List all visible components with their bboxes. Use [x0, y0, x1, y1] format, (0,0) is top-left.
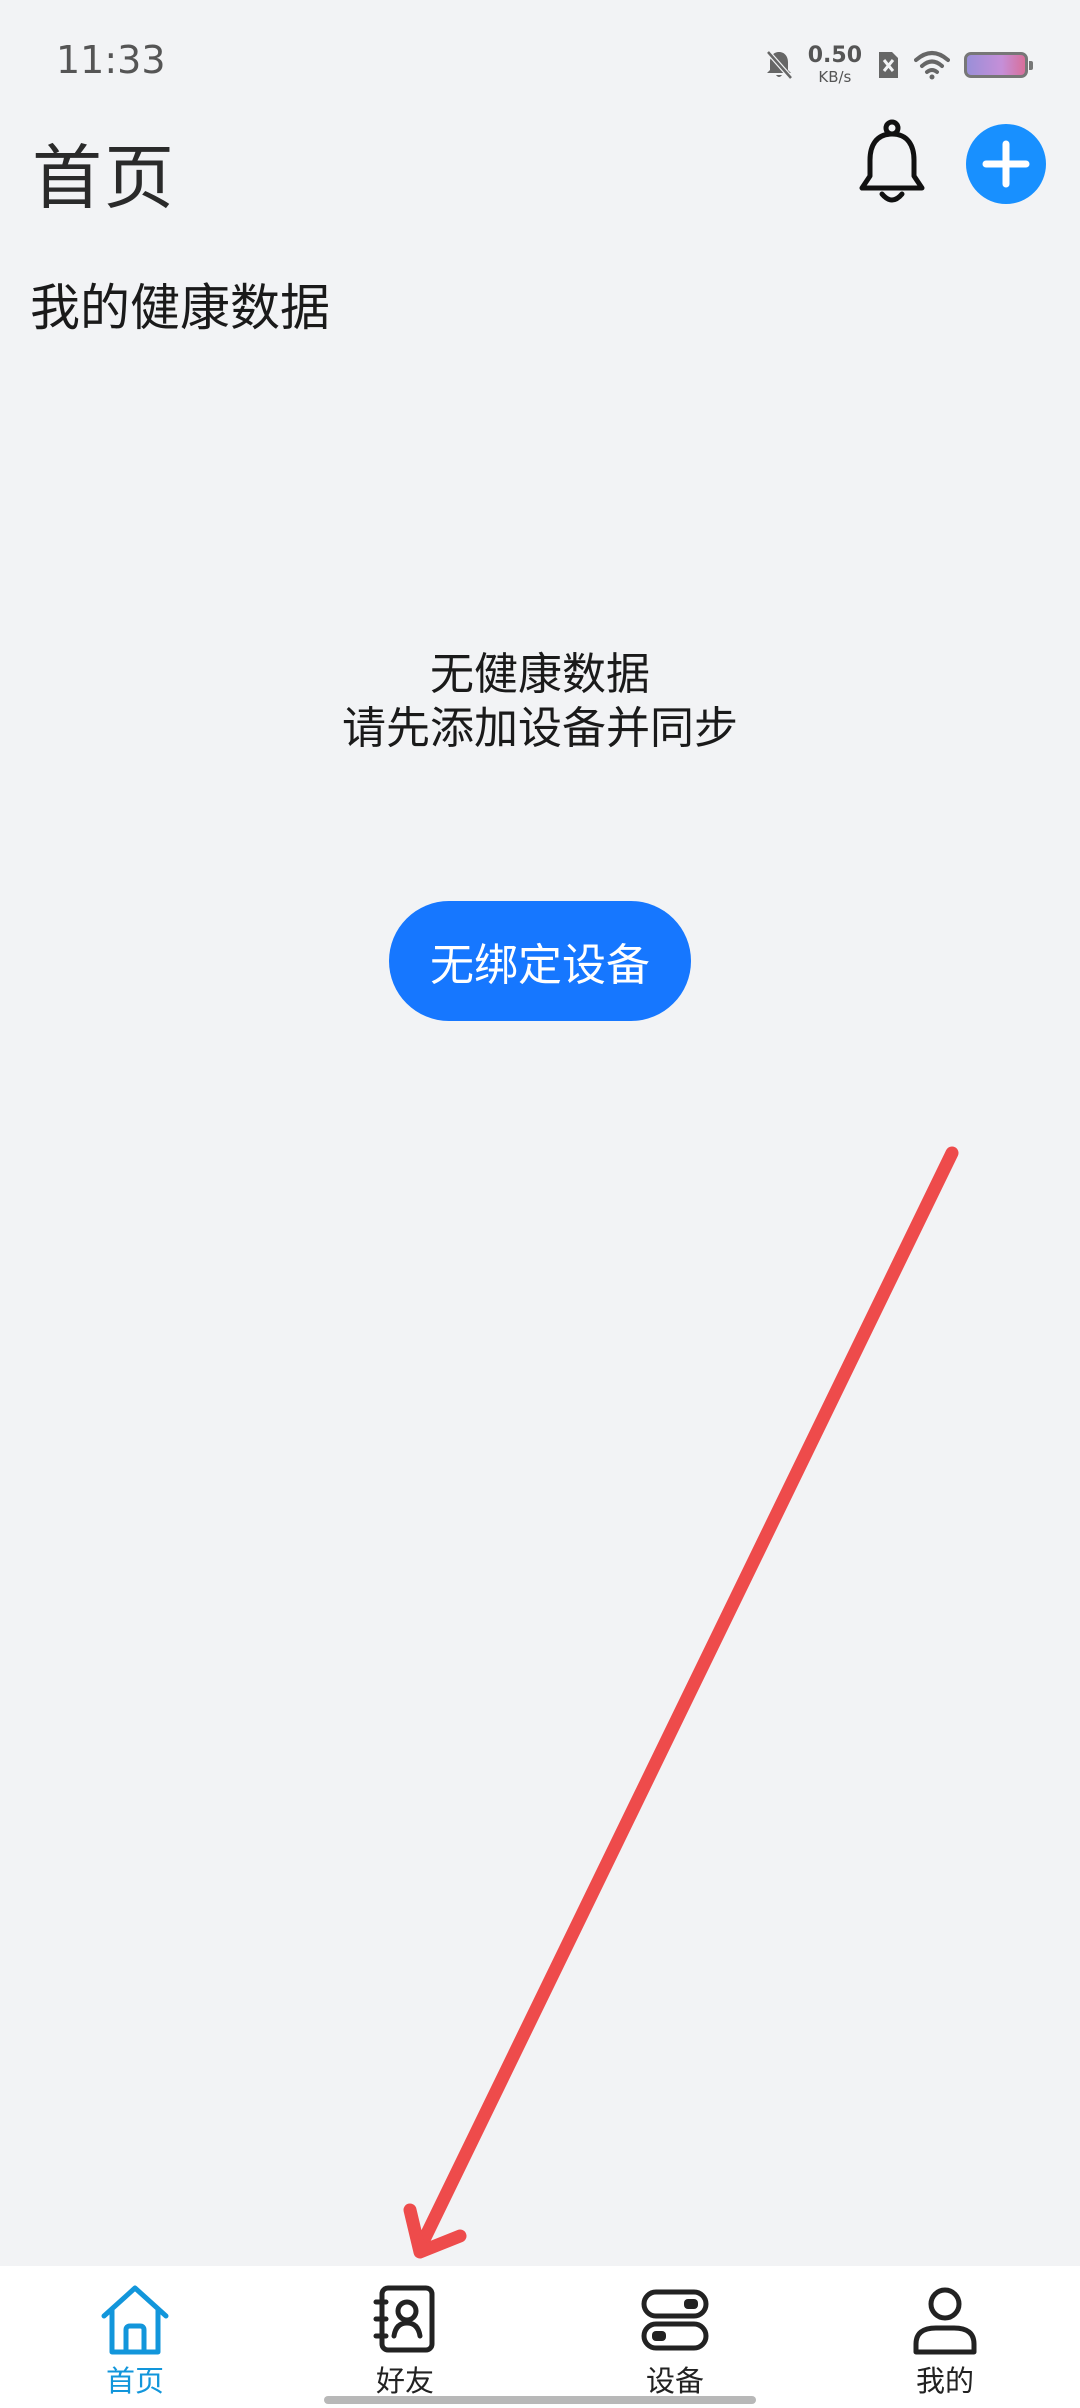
- net-speed-value: 0.50: [807, 43, 862, 68]
- plus-icon: [982, 140, 1030, 188]
- add-button[interactable]: [966, 124, 1046, 204]
- home-icon: [101, 2285, 169, 2355]
- bell-icon: [859, 119, 925, 203]
- notification-button[interactable]: [850, 118, 934, 208]
- bottom-nav: 首页 好友 设备 我的: [0, 2266, 1080, 2408]
- net-speed: 0.50 KB/s: [808, 45, 862, 85]
- device-toggle-icon: [641, 2289, 709, 2351]
- tab-devices-label: 设备: [645, 2364, 704, 2398]
- tab-profile[interactable]: 我的: [810, 2266, 1080, 2408]
- status-bar: 11:33 0.50 KB/s: [0, 0, 1080, 120]
- battery-icon: [964, 52, 1033, 78]
- section-title: 我的健康数据: [30, 279, 330, 337]
- contacts-book-icon: [373, 2285, 435, 2353]
- empty-state-hint: 请先添加设备并同步: [342, 703, 738, 754]
- tab-profile-label: 我的: [915, 2364, 974, 2398]
- tab-home[interactable]: 首页: [0, 2266, 270, 2408]
- status-icons: 0.50 KB/s: [764, 40, 1033, 90]
- tab-home-label: 首页: [105, 2364, 164, 2398]
- net-speed-unit: KB/s: [818, 68, 852, 86]
- tab-devices[interactable]: 设备: [540, 2266, 810, 2408]
- empty-state-title: 无健康数据: [430, 649, 650, 700]
- tab-friends-label: 好友: [375, 2364, 434, 2398]
- mute-bell-icon: [765, 50, 793, 80]
- bind-device-button[interactable]: 无绑定设备: [389, 901, 691, 1021]
- page-title: 首页: [32, 137, 176, 219]
- person-icon: [913, 2287, 977, 2355]
- home-indicator[interactable]: [324, 2396, 756, 2404]
- annotation-arrow: [403, 1146, 959, 2259]
- sim-off-icon: [879, 52, 898, 78]
- status-time: 11:33: [56, 38, 166, 82]
- wifi-icon: [914, 51, 950, 80]
- tab-friends[interactable]: 好友: [270, 2266, 540, 2408]
